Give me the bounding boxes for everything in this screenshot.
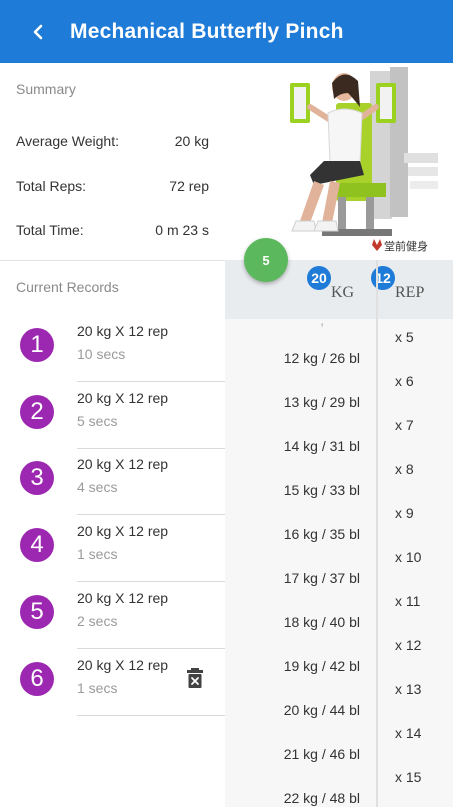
kg-option[interactable]: 20 kg / 44 bl bbox=[284, 702, 360, 718]
rep-option[interactable]: x 9 bbox=[395, 505, 414, 521]
record-duration: 1 secs bbox=[77, 546, 118, 562]
kg-option[interactable]: 13 kg / 29 bl bbox=[284, 394, 360, 410]
record-item[interactable]: 2 20 kg X 12 rep 5 secs bbox=[0, 382, 225, 449]
kg-option[interactable]: 16 kg / 35 bl bbox=[284, 526, 360, 542]
page-title: Mechanical Butterfly Pinch bbox=[70, 19, 344, 43]
summary-row-total-reps: Total Reps: 72 rep bbox=[16, 178, 209, 194]
record-duration: 4 secs bbox=[77, 479, 118, 495]
summary-row-value: 20 kg bbox=[174, 133, 209, 149]
summary-row-label: Total Time: bbox=[16, 222, 84, 238]
record-main-text: 20 kg X 12 rep bbox=[77, 590, 169, 606]
exercise-illustration: 堂前健身 bbox=[240, 63, 453, 260]
record-item[interactable]: 4 20 kg X 12 rep 1 secs bbox=[0, 515, 225, 582]
rep-option[interactable]: x 5 bbox=[395, 329, 414, 345]
record-duration: 10 secs bbox=[77, 346, 126, 362]
record-number-badge: 2 bbox=[20, 395, 54, 429]
kg-option[interactable]: 21 kg / 46 bl bbox=[284, 746, 360, 762]
summary-row-label: Total Reps: bbox=[16, 178, 87, 194]
record-item[interactable]: 3 20 kg X 12 rep 4 secs bbox=[0, 448, 225, 515]
app-bar: Mechanical Butterfly Pinch bbox=[0, 0, 453, 63]
record-main-text: 20 kg X 12 rep bbox=[77, 323, 169, 339]
record-number-badge: 6 bbox=[20, 662, 54, 696]
rep-selected-badge: 12 bbox=[371, 266, 395, 290]
watermark-text: 堂前健身 bbox=[384, 239, 428, 253]
record-item[interactable]: 1 20 kg X 12 rep 10 secs bbox=[0, 315, 225, 382]
rep-option[interactable]: x 14 bbox=[395, 725, 421, 741]
kg-option[interactable]: 15 kg / 33 bl bbox=[284, 482, 360, 498]
record-number-badge: 4 bbox=[20, 528, 54, 562]
rep-option[interactable]: x 7 bbox=[395, 417, 414, 433]
kg-option[interactable]: 18 kg / 40 bl bbox=[284, 614, 360, 630]
exercise-figure-image: 堂前健身 bbox=[240, 63, 453, 260]
record-number-badge: 1 bbox=[20, 328, 54, 362]
divider bbox=[77, 715, 225, 716]
rep-option[interactable]: x 10 bbox=[395, 549, 421, 565]
kg-item-partial: , bbox=[320, 312, 324, 328]
summary-row-value: 72 rep bbox=[169, 178, 209, 194]
record-item[interactable]: 5 20 kg X 12 rep 2 secs bbox=[0, 582, 225, 649]
divider bbox=[0, 260, 225, 261]
column-divider bbox=[376, 260, 378, 807]
kg-option[interactable]: 14 kg / 31 bl bbox=[284, 438, 360, 454]
kg-selected-badge: 20 bbox=[307, 266, 331, 290]
record-number-badge: 5 bbox=[20, 595, 54, 629]
summary-row-label: Average Weight: bbox=[16, 133, 119, 149]
kg-option[interactable]: 12 kg / 26 bl bbox=[284, 350, 360, 366]
delete-icon bbox=[187, 668, 203, 688]
summary-row-value: 0 m 23 s bbox=[155, 222, 209, 238]
record-main-text: 20 kg X 12 rep bbox=[77, 390, 169, 406]
weight-rep-picker: 20 KG 12 REP , 12 kg / 26 bl 13 kg / 29 b… bbox=[225, 260, 453, 807]
rep-option[interactable]: x 15 bbox=[395, 769, 421, 785]
kg-option[interactable]: 22 kg / 48 bl bbox=[284, 790, 360, 806]
current-records-label: Current Records bbox=[16, 279, 119, 295]
summary-row-average-weight: Average Weight: 20 kg bbox=[16, 133, 209, 149]
summary-row-total-time: Total Time: 0 m 23 s bbox=[16, 222, 209, 238]
rep-column-header: REP bbox=[395, 284, 425, 301]
record-duration: 5 secs bbox=[77, 413, 118, 429]
chevron-left-icon bbox=[33, 24, 43, 39]
set-count-fab[interactable]: 5 bbox=[244, 238, 288, 282]
rep-option[interactable]: x 11 bbox=[395, 593, 420, 609]
record-main-text: 20 kg X 12 rep bbox=[77, 657, 169, 673]
kg-column-header: KG bbox=[331, 284, 355, 301]
kg-option[interactable]: 19 kg / 42 bl bbox=[284, 658, 360, 674]
kg-option[interactable]: 17 kg / 37 bl bbox=[284, 570, 360, 586]
summary-label: Summary bbox=[16, 81, 76, 97]
rep-option[interactable]: x 13 bbox=[395, 681, 421, 697]
record-duration: 1 secs bbox=[77, 680, 118, 696]
delete-record-button[interactable] bbox=[187, 668, 203, 688]
record-number-badge: 3 bbox=[20, 461, 54, 495]
record-main-text: 20 kg X 12 rep bbox=[77, 523, 169, 539]
record-duration: 2 secs bbox=[77, 613, 118, 629]
rep-option[interactable]: x 8 bbox=[395, 461, 414, 477]
rep-option[interactable]: x 6 bbox=[395, 373, 414, 389]
record-item[interactable]: 6 20 kg X 12 rep 1 secs bbox=[0, 649, 225, 716]
rep-option[interactable]: x 12 bbox=[395, 637, 421, 653]
back-button[interactable] bbox=[26, 20, 50, 44]
record-main-text: 20 kg X 12 rep bbox=[77, 456, 169, 472]
